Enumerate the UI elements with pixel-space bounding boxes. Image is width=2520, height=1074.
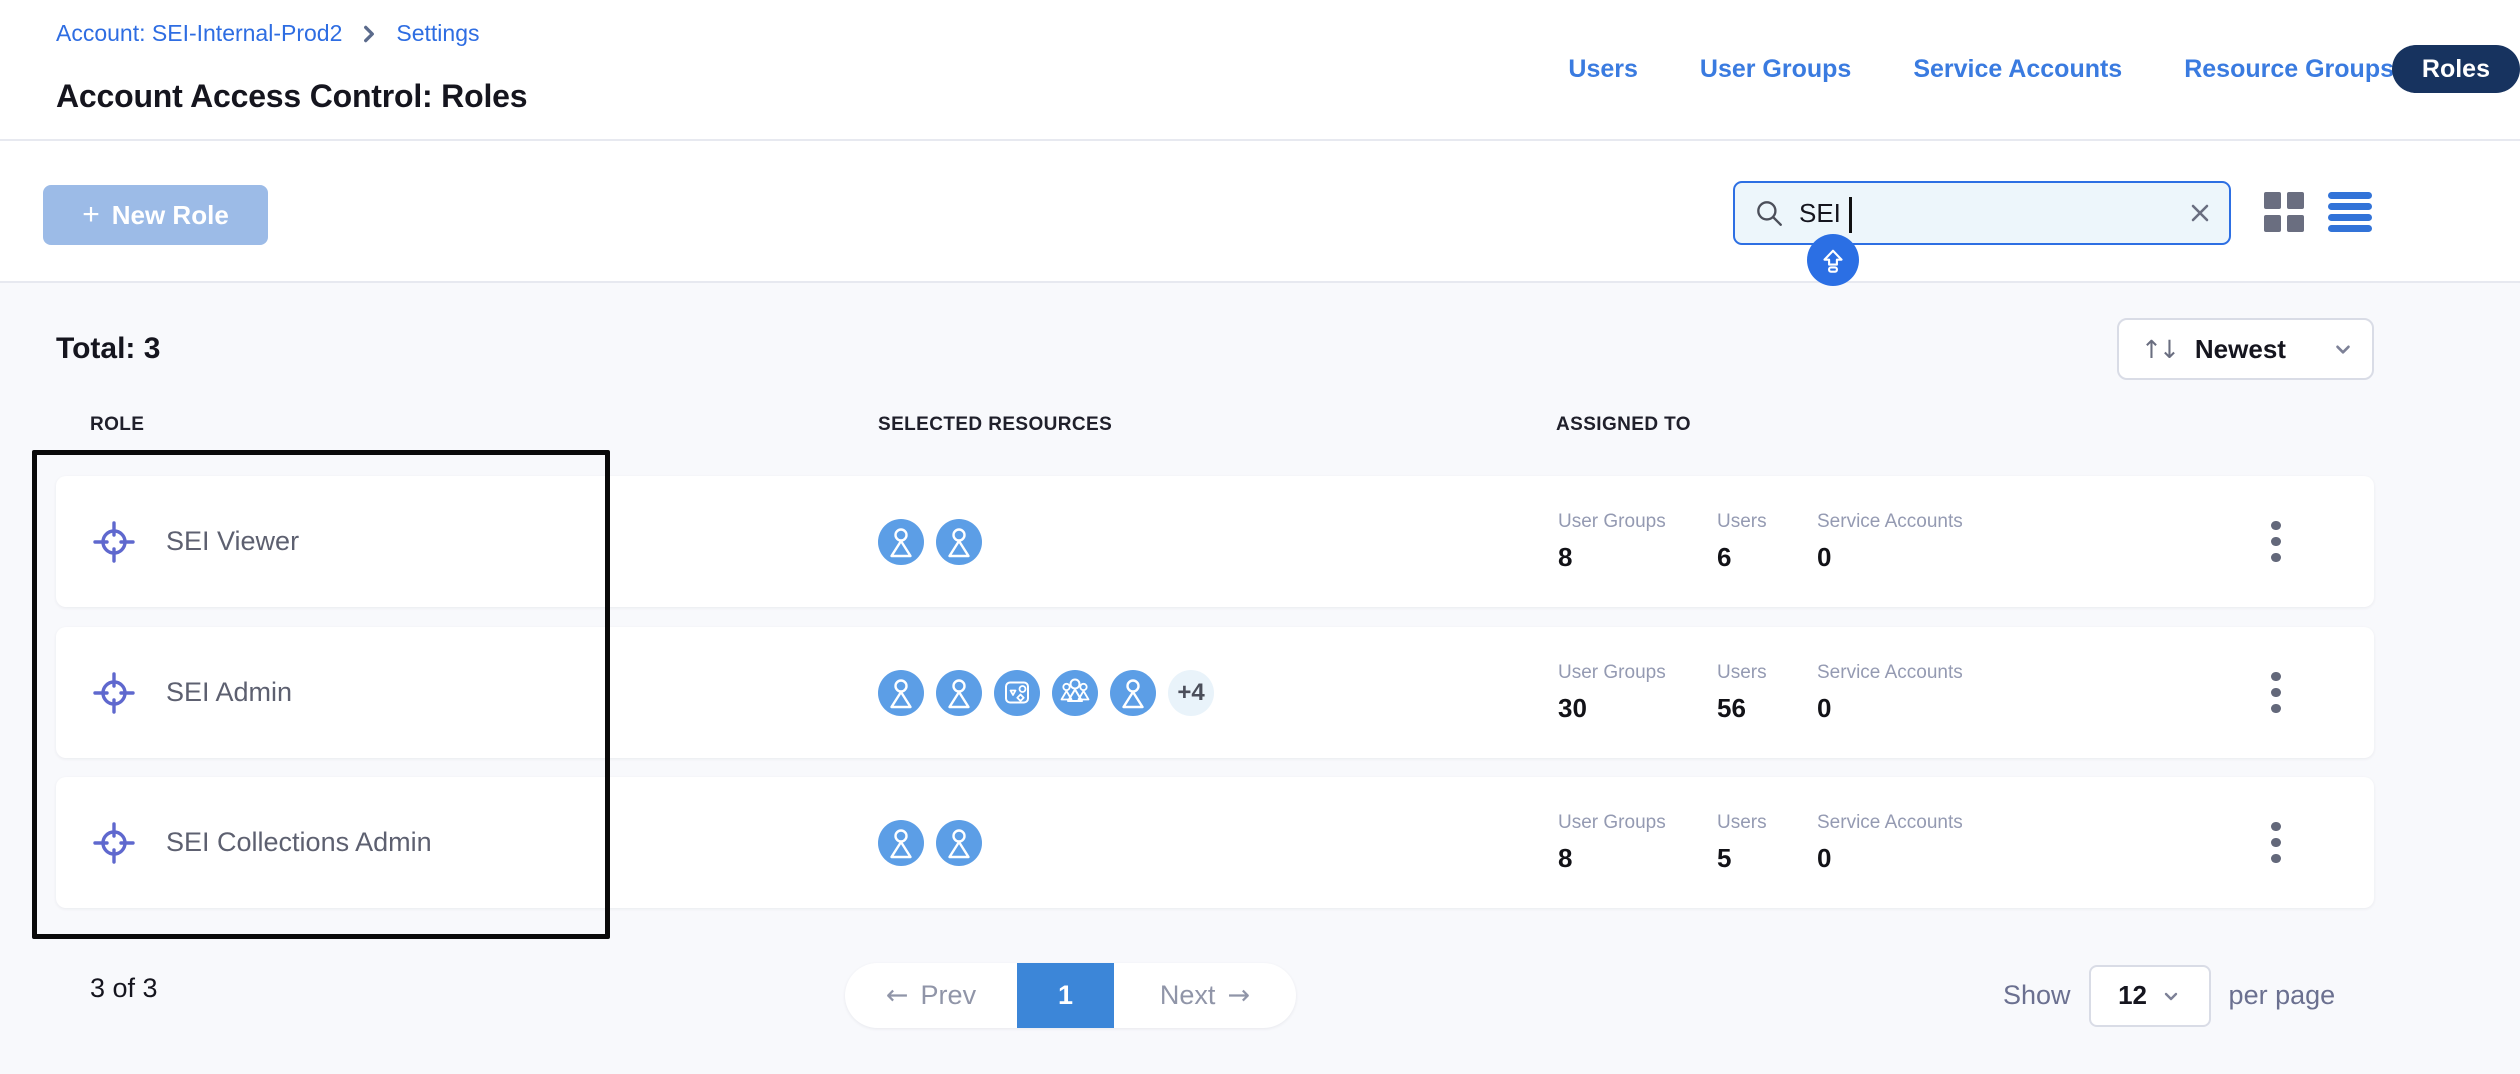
group-avatar-icon <box>1052 670 1098 716</box>
service-accounts-label: Service Accounts <box>1817 511 2037 533</box>
nav-roles-active-pill[interactable]: Roles <box>2392 45 2520 93</box>
breadcrumb-account-link[interactable]: Account: SEI-Internal-Prod2 <box>56 20 342 47</box>
person-avatar-icon <box>936 670 982 716</box>
prev-label: Prev <box>921 980 977 1011</box>
column-header-selected-resources: SELECTED RESOURCES <box>878 414 1112 436</box>
service-accounts-count: 0 <box>1817 542 2037 573</box>
selected-resources-avatars: +4 <box>878 627 1214 758</box>
row-actions-menu-icon[interactable] <box>2252 777 2300 908</box>
text-caret <box>1849 197 1852 233</box>
table-column-headers: ROLE SELECTED RESOURCES ASSIGNED TO <box>0 414 2520 438</box>
arrow-right-icon: → <box>1227 980 1250 1011</box>
pagination: ← Prev 1 Next → <box>845 963 1296 1028</box>
users-label: Users <box>1717 662 1817 684</box>
chevron-down-icon <box>2161 986 2181 1006</box>
prev-page-button[interactable]: ← Prev <box>845 963 1017 1028</box>
selected-resources-avatars <box>878 476 982 607</box>
table-row[interactable]: SEI Admin +4 User Groups 30 Users 56 Servi… <box>56 627 2374 758</box>
users-label: Users <box>1717 812 1817 834</box>
role-target-icon <box>90 518 138 566</box>
users-count: 5 <box>1717 843 1817 874</box>
shift-key-icon <box>1816 243 1850 277</box>
service-accounts-label: Service Accounts <box>1817 812 2037 834</box>
total-count: Total: 3 <box>56 332 160 366</box>
chevron-down-icon <box>2332 338 2354 360</box>
user-groups-label: User Groups <box>1558 511 1717 533</box>
service-accounts-count: 0 <box>1817 693 2037 724</box>
person-avatar-icon <box>936 519 982 565</box>
user-groups-count: 8 <box>1558 542 1717 573</box>
person-avatar-icon <box>878 820 924 866</box>
table-row[interactable]: SEI Viewer User Groups 8 Users 6 Service A… <box>56 476 2374 607</box>
new-role-button-label: New Role <box>112 200 229 231</box>
plus-icon: + <box>82 200 100 230</box>
avatar-overflow-badge: +4 <box>1168 670 1214 716</box>
role-name: SEI Viewer <box>166 526 299 557</box>
page-size-control: Show 12 per page <box>2003 963 2335 1028</box>
sort-dropdown[interactable]: ↑↓ Newest <box>2117 318 2374 380</box>
nav-roles-label: Roles <box>2422 55 2490 84</box>
user-groups-count: 8 <box>1558 843 1717 874</box>
roles-list-section: Total: 3 ↑↓ Newest ROLE SELECTED RESOURC… <box>0 283 2520 1074</box>
table-row[interactable]: SEI Collections Admin User Groups 8 Users… <box>56 777 2374 908</box>
list-view-icon[interactable] <box>2328 192 2372 232</box>
page-size-dropdown[interactable]: 12 <box>2089 965 2211 1027</box>
search-input[interactable] <box>1799 198 2187 229</box>
arrow-left-icon: ← <box>886 980 909 1011</box>
page-title: Account Access Control: Roles <box>56 78 527 115</box>
assigned-to-cell: User Groups 8 Users 6 Service Accounts 0 <box>1558 476 2037 607</box>
chevron-right-icon <box>358 23 380 45</box>
roles-page: Account: SEI-Internal-Prod2 Settings Acc… <box>0 0 2520 1074</box>
nav-resource-groups-link[interactable]: Resource Groups <box>2184 55 2394 84</box>
search-icon <box>1753 197 1785 229</box>
page-size-value: 12 <box>2118 980 2147 1011</box>
search-box <box>1733 181 2231 245</box>
next-page-button[interactable]: Next → <box>1114 963 1296 1028</box>
role-target-icon <box>90 819 138 867</box>
nav-users-link[interactable]: Users <box>1568 55 1638 84</box>
toolbar: + New Role <box>0 141 2520 283</box>
page-number-button[interactable]: 1 <box>1017 963 1114 1028</box>
nav-service-accounts-link[interactable]: Service Accounts <box>1913 55 2122 84</box>
person-avatar-icon <box>878 670 924 716</box>
show-label: Show <box>2003 980 2071 1011</box>
row-actions-menu-icon[interactable] <box>2252 627 2300 758</box>
person-avatar-icon <box>1110 670 1156 716</box>
column-header-assigned-to: ASSIGNED TO <box>1556 414 1691 436</box>
users-count: 56 <box>1717 693 1817 724</box>
breadcrumb: Account: SEI-Internal-Prod2 Settings <box>56 20 479 47</box>
sort-selected-value: Newest <box>2195 334 2286 365</box>
service-accounts-count: 0 <box>1817 843 2037 874</box>
role-name: SEI Collections Admin <box>166 827 432 858</box>
view-toggles <box>2264 192 2372 232</box>
new-role-button[interactable]: + New Role <box>43 185 268 245</box>
per-page-label: per page <box>2229 980 2336 1011</box>
user-groups-label: User Groups <box>1558 812 1717 834</box>
result-count: 3 of 3 <box>90 973 158 1004</box>
selected-resources-avatars <box>878 777 982 908</box>
user-groups-count: 30 <box>1558 693 1717 724</box>
sort-arrows-icon: ↑↓ <box>2141 335 2177 364</box>
assigned-to-cell: User Groups 30 Users 56 Service Accounts 0 <box>1558 627 2037 758</box>
nav-user-groups-link[interactable]: User Groups <box>1700 55 1851 84</box>
clear-search-icon[interactable] <box>2187 200 2213 226</box>
person-avatar-icon <box>936 820 982 866</box>
user-groups-label: User Groups <box>1558 662 1717 684</box>
dashboard-avatar-icon <box>994 670 1040 716</box>
assigned-to-cell: User Groups 8 Users 5 Service Accounts 0 <box>1558 777 2037 908</box>
row-actions-menu-icon[interactable] <box>2252 476 2300 607</box>
users-count: 6 <box>1717 542 1817 573</box>
service-accounts-label: Service Accounts <box>1817 662 2037 684</box>
page-header: Account: SEI-Internal-Prod2 Settings Acc… <box>0 0 2520 141</box>
grid-view-icon[interactable] <box>2264 192 2304 232</box>
top-navigation: Users User Groups Service Accounts Resou… <box>1568 45 2394 93</box>
search-shortcut-badge <box>1807 234 1859 286</box>
breadcrumb-settings-link[interactable]: Settings <box>396 20 479 47</box>
role-name: SEI Admin <box>166 677 292 708</box>
users-label: Users <box>1717 511 1817 533</box>
role-target-icon <box>90 669 138 717</box>
next-label: Next <box>1160 980 1216 1011</box>
column-header-role: ROLE <box>90 414 144 436</box>
person-avatar-icon <box>878 519 924 565</box>
